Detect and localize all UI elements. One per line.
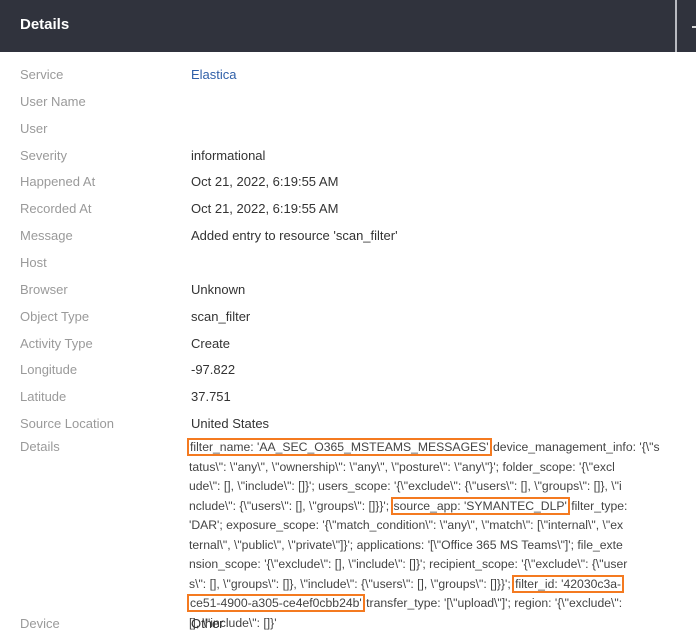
field-value: Create: [191, 335, 231, 351]
highlighted-segment: ce51-4900-a305-ce4ef0cbb24b': [187, 594, 365, 612]
field-value: -97.822: [191, 362, 236, 378]
details-segment: tatus\": \"any\", \"ownership\": \"any\"…: [189, 459, 615, 474]
highlighted-segment: filter_name: 'AA_SEC_O365_MSTEAMS_MESSAG…: [187, 438, 492, 456]
field-value: scan_filter: [191, 308, 251, 324]
details-header: Details: [0, 0, 696, 52]
details-line: [], \"include\": []}': [189, 614, 660, 634]
panel-title: Details: [20, 16, 70, 33]
field-label: Longitude: [20, 362, 78, 378]
field-value: United States: [191, 416, 270, 432]
details-segment: 'DAR'; exposure_scope: '{\"match_conditi…: [189, 518, 624, 532]
details-segment: transfer_type: '[\"upload\"]'; region: '…: [362, 596, 623, 610]
details-line: nclude\": {\"users\": [], \"groups\": []…: [189, 496, 660, 517]
highlighted-segment: filter_id: '42030c3a-: [512, 574, 625, 593]
field-label: Object Type: [20, 308, 90, 324]
details-segment: nsion_scope: '{\"exclude\": [], \"includ…: [189, 557, 628, 571]
field-label: Device: [20, 616, 60, 631]
field-label: Severity: [20, 147, 67, 163]
field-label: Details: [20, 439, 60, 454]
field-label: Message: [20, 228, 73, 244]
details-segment: filter_type:: [567, 498, 628, 513]
details-segment: ude\": [], \"include\": []}'; users_scop…: [189, 479, 622, 493]
details-line: ternal\", \"public\", \"private\"]}'; ap…: [189, 536, 660, 556]
details-line: ude\": [], \"include\": []}'; users_scop…: [189, 477, 660, 497]
details-segment: s\": [], \"groups\": []}, \"include\": {…: [189, 576, 515, 591]
details-segment: nclude\": {\"users\": [], \"groups\": []…: [189, 498, 393, 513]
details-line: s\": [], \"groups\": []}, \"include\": {…: [189, 574, 660, 595]
field-value: informational: [191, 147, 266, 163]
details-line: filter_name: 'AA_SEC_O365_MSTEAMS_MESSAG…: [187, 438, 660, 458]
highlighted-segment: source_app: 'SYMANTEC_DLP': [390, 496, 570, 515]
details-line: nsion_scope: '{\"exclude\": [], \"includ…: [189, 555, 660, 575]
header-divider: [675, 0, 677, 52]
field-label: Recorded At: [20, 201, 92, 217]
field-label: User Name: [20, 93, 86, 109]
field-label: User: [20, 120, 48, 136]
field-value: 37.751: [191, 389, 231, 405]
field-value: Oct 21, 2022, 6:19:55 AM: [191, 201, 339, 217]
field-value: Added entry to resource 'scan_filter': [191, 228, 398, 244]
field-label: Happened At: [20, 174, 96, 190]
field-label: Latitude: [20, 389, 67, 405]
field-label: Host: [20, 254, 47, 270]
field-label: Source Location: [20, 416, 114, 432]
details-line: ce51-4900-a305-ce4ef0cbb24b' transfer_ty…: [187, 594, 660, 614]
details-segment: device_management_info: '{\"s: [489, 440, 660, 454]
field-value: Other: [191, 616, 224, 631]
details-line: tatus\": \"any\", \"ownership\": \"any\"…: [189, 458, 660, 478]
details-value: filter_name: 'AA_SEC_O365_MSTEAMS_MESSAG…: [187, 438, 660, 634]
details-line: 'DAR'; exposure_scope: '{\"match_conditi…: [189, 516, 660, 536]
collapse-icon[interactable]: [692, 26, 696, 28]
field-label: Service: [20, 67, 64, 82]
field-value-link[interactable]: Elastica: [191, 66, 237, 84]
details-segment: ternal\", \"public\", \"private\"]}'; ap…: [189, 537, 623, 552]
field-value: Unknown: [191, 281, 246, 297]
field-label: Browser: [20, 281, 68, 297]
field-label: Activity Type: [20, 335, 93, 351]
field-value: Oct 21, 2022, 6:19:55 AM: [191, 174, 339, 190]
